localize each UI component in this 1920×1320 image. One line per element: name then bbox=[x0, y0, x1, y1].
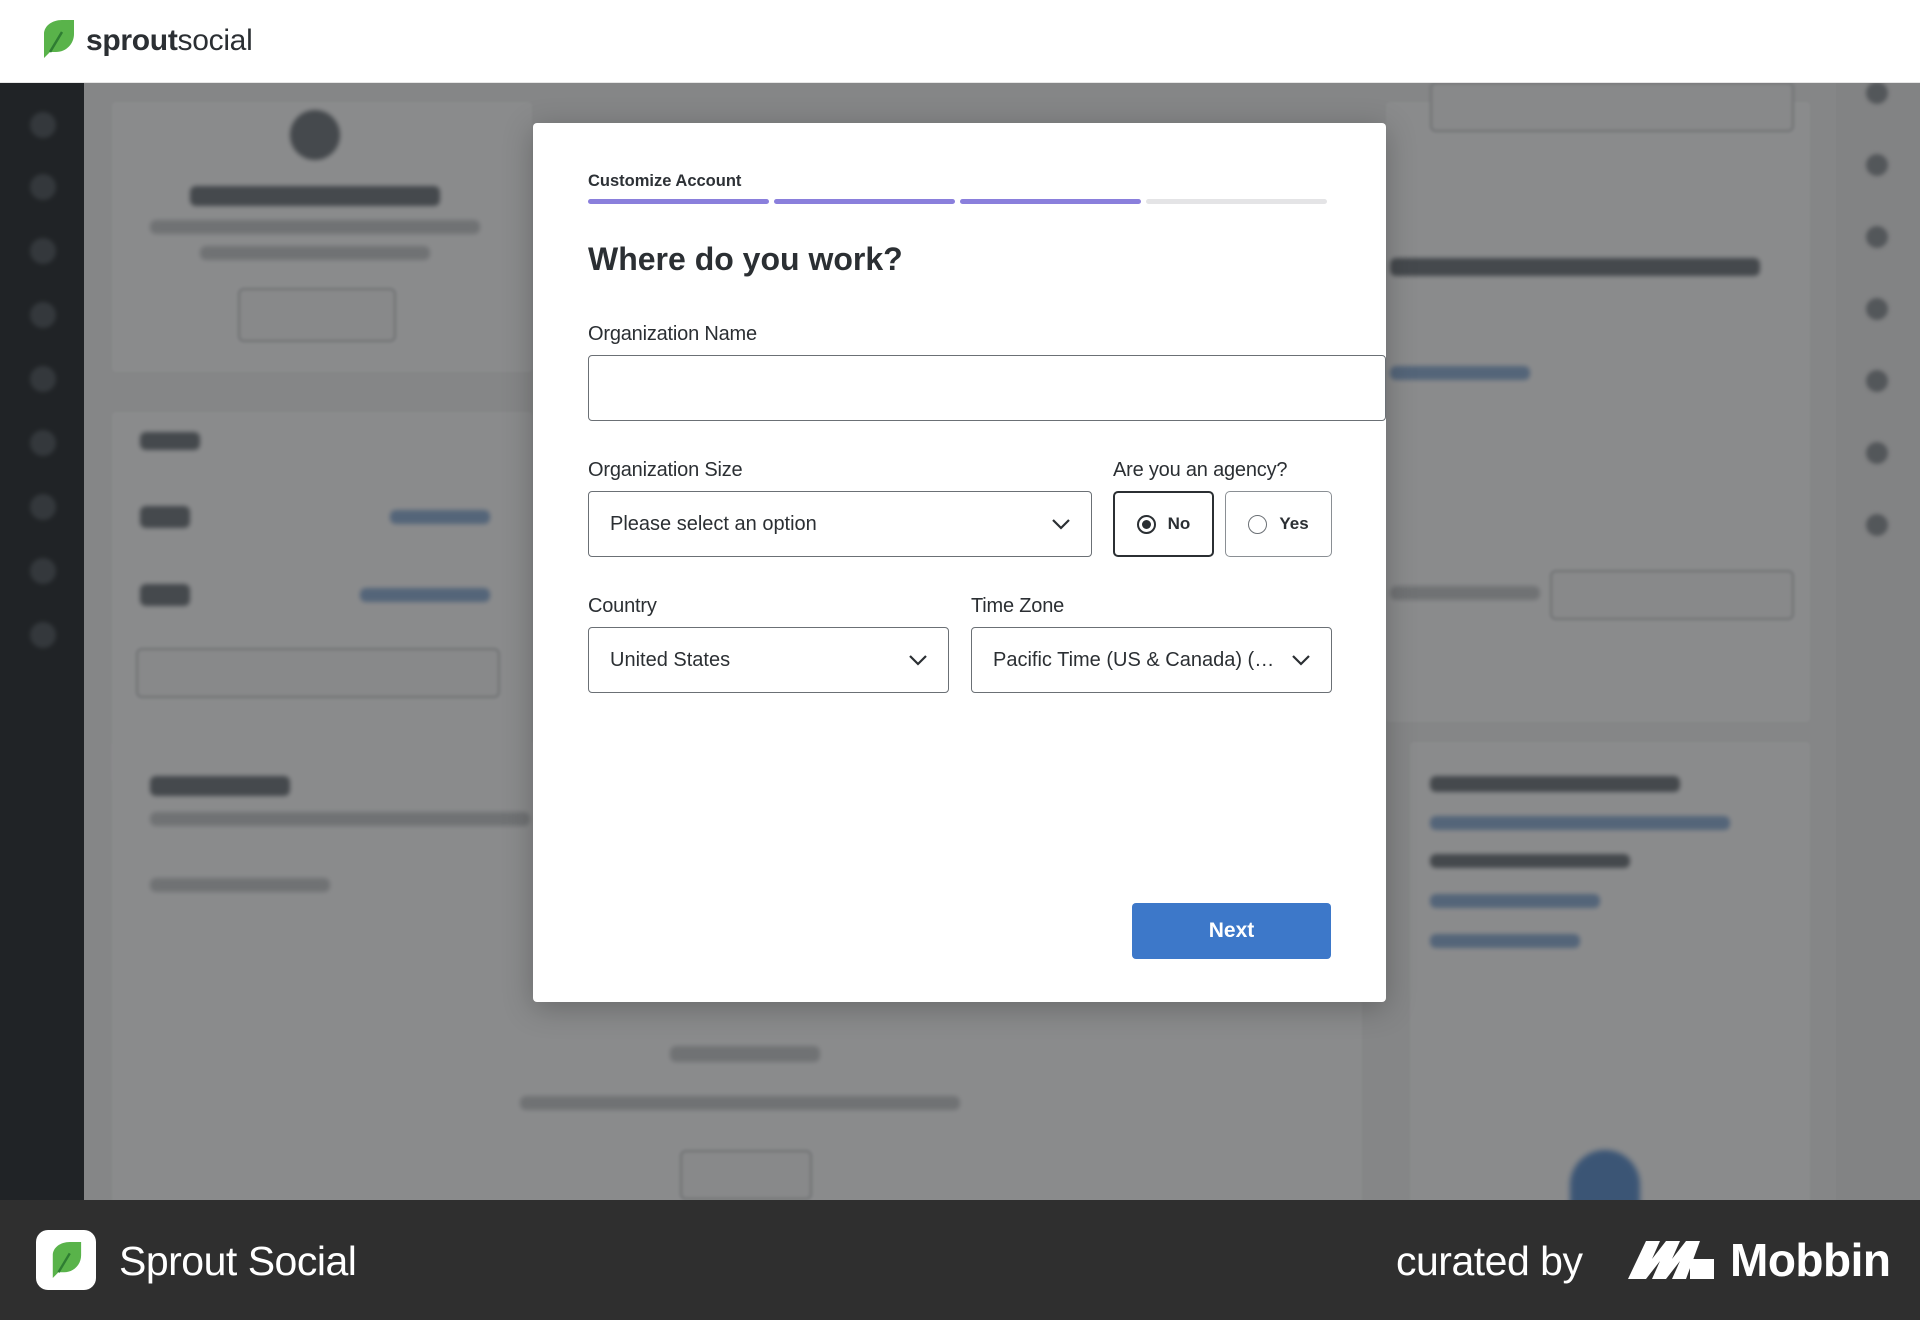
customize-account-modal: Customize Account Where do you work? Org… bbox=[533, 123, 1386, 1002]
time-zone-value: Pacific Time (US & Canada) (UT... bbox=[993, 648, 1279, 671]
country-label: Country bbox=[588, 595, 657, 617]
chevron-down-icon bbox=[1292, 655, 1310, 666]
org-size-label: Organization Size bbox=[588, 459, 743, 481]
footer-bar: Sprout Social curated by Mobbin bbox=[0, 1200, 1920, 1320]
org-name-input[interactable] bbox=[588, 355, 1386, 421]
country-value: United States bbox=[610, 648, 731, 671]
mobbin-wordmark: Mobbin bbox=[1730, 1234, 1891, 1286]
progress-segment bbox=[1146, 199, 1327, 204]
sprout-app-icon bbox=[36, 1230, 96, 1290]
agency-label: Are you an agency? bbox=[1113, 459, 1288, 481]
org-size-value: Please select an option bbox=[610, 512, 817, 535]
country-select[interactable]: United States bbox=[588, 627, 949, 693]
progress-segment bbox=[960, 199, 1141, 204]
time-zone-label: Time Zone bbox=[971, 595, 1065, 617]
progress-bar bbox=[588, 199, 1327, 204]
radio-unselected-icon bbox=[1248, 514, 1268, 534]
sprout-social-logo[interactable]: sproutsocial bbox=[40, 18, 253, 65]
org-size-select[interactable]: Please select an option bbox=[588, 491, 1092, 557]
next-button[interactable]: Next bbox=[1132, 903, 1331, 959]
time-zone-select[interactable]: Pacific Time (US & Canada) (UT... bbox=[971, 627, 1332, 693]
radio-selected-icon bbox=[1136, 514, 1156, 534]
progress-segment bbox=[588, 199, 769, 204]
agency-option-no-label: No bbox=[1167, 514, 1191, 533]
curated-by-text: curated by bbox=[1396, 1238, 1583, 1284]
footer-app-name: Sprout Social bbox=[119, 1238, 357, 1284]
mobbin-logo-icon bbox=[1628, 1241, 1714, 1279]
sprout-leaf-icon bbox=[40, 18, 76, 65]
top-header: sproutsocial bbox=[0, 0, 1920, 83]
brand-wordmark: sproutsocial bbox=[86, 24, 253, 57]
chevron-down-icon bbox=[909, 655, 927, 666]
progress-segment bbox=[774, 199, 955, 204]
step-label: Customize Account bbox=[588, 172, 742, 190]
org-name-label: Organization Name bbox=[588, 323, 757, 345]
chevron-down-icon bbox=[1052, 519, 1070, 530]
agency-option-yes[interactable]: Yes bbox=[1225, 491, 1332, 557]
modal-title: Where do you work? bbox=[588, 241, 903, 277]
agency-option-yes-label: Yes bbox=[1279, 514, 1309, 533]
agency-option-no[interactable]: No bbox=[1113, 491, 1214, 557]
